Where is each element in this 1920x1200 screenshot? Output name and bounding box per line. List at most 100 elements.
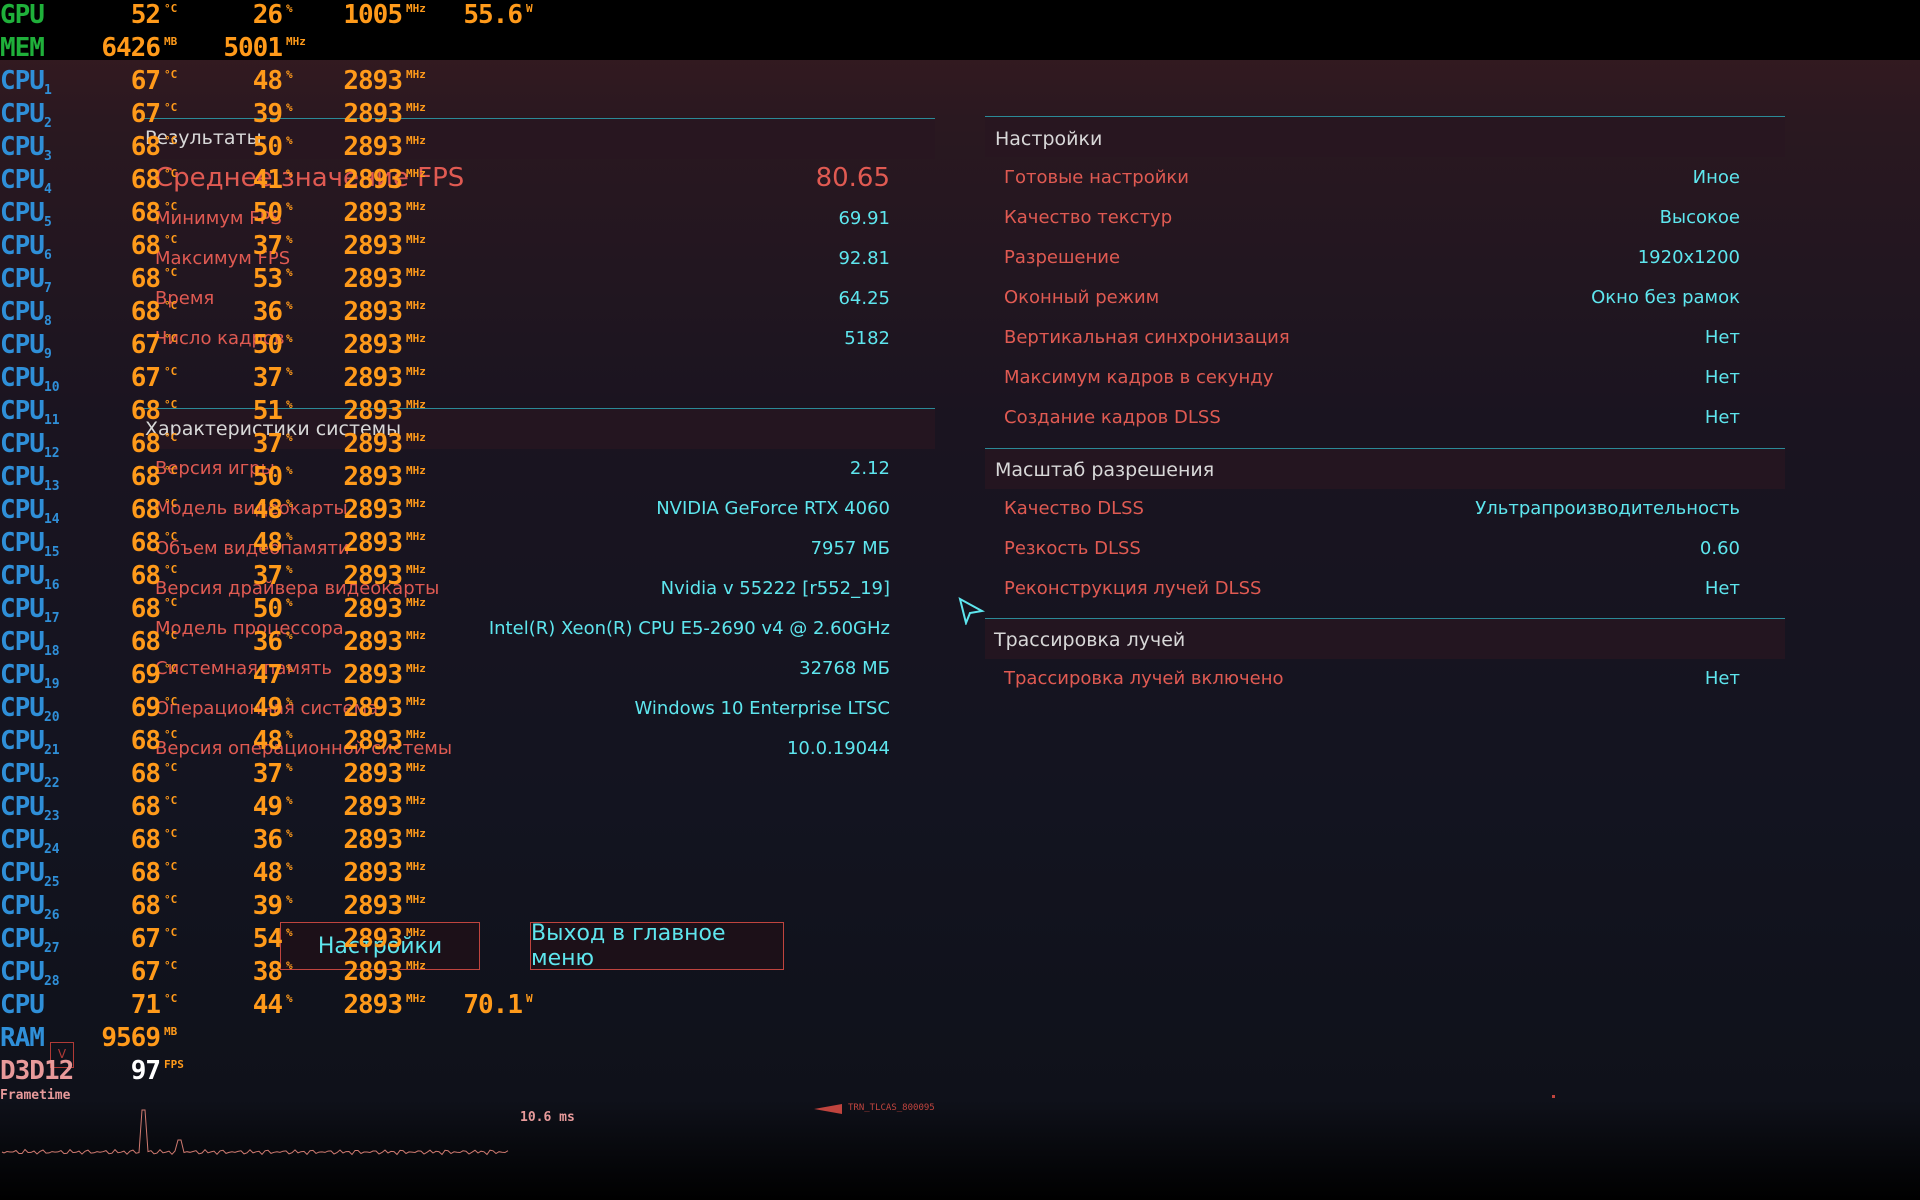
d3d-fps: 97 xyxy=(130,1056,161,1086)
cpu-load-unit: % xyxy=(286,563,293,576)
cpu-temp-unit: °C xyxy=(164,926,178,939)
cpu-load-unit: % xyxy=(286,629,293,642)
cpu-load: 38 xyxy=(252,957,283,987)
cpu-temp: 68 xyxy=(130,759,161,789)
gpu-load-unit: % xyxy=(286,2,293,15)
cpu-total-clock-unit: MHz xyxy=(406,992,426,1005)
cpu-prefix: CPU xyxy=(0,231,45,261)
cpu-clock: 2893 xyxy=(343,660,403,690)
osd-row: CPU23 68 °C 49% 2893 MHz xyxy=(0,792,560,824)
cpu-clock-unit: MHz xyxy=(406,860,426,873)
row-label: Оконный режим xyxy=(1004,287,1160,308)
osd-row-name: D3D12 xyxy=(0,1056,74,1086)
osd-row: CPU27 67 °C 54% 2893 MHz xyxy=(0,924,560,956)
row-value: Нет xyxy=(1704,367,1740,388)
cpu-clock: 2893 xyxy=(343,858,403,888)
cpu-load: 50 xyxy=(252,462,283,492)
cpu-prefix: CPU xyxy=(0,693,45,723)
cpu-load: 37 xyxy=(252,363,283,393)
cpu-index: 3 xyxy=(43,149,52,164)
cpu-temp: 68 xyxy=(130,231,161,261)
cpu-load: 39 xyxy=(252,891,283,921)
cpu-prefix: CPU xyxy=(0,891,45,921)
cpu-clock-unit: MHz xyxy=(406,926,426,939)
cpu-load-unit: % xyxy=(286,68,293,81)
cpu-prefix: CPU xyxy=(0,528,45,558)
row-value: Нет xyxy=(1704,327,1740,348)
osd-row-name: CPU26 xyxy=(0,891,60,923)
osd-row-name: CPU xyxy=(0,990,45,1020)
cpu-load-unit: % xyxy=(286,299,293,312)
cpu-index: 15 xyxy=(43,545,60,560)
osd-row: CPU21 68 °C 48% 2893 MHz xyxy=(0,726,560,758)
cpu-load-unit: % xyxy=(286,167,293,180)
osd-row: CPU4 68 °C 41% 2893 MHz xyxy=(0,165,560,197)
cpu-clock-unit: MHz xyxy=(406,299,426,312)
cpu-temp: 68 xyxy=(130,462,161,492)
cpu-temp-unit: °C xyxy=(164,959,178,972)
frametime-graph xyxy=(1,1109,509,1156)
cpu-clock: 2893 xyxy=(343,429,403,459)
cpu-clock: 2893 xyxy=(343,891,403,921)
cpu-index: 12 xyxy=(43,446,60,461)
osd-row: CPU7 68 °C 53% 2893 MHz xyxy=(0,264,560,296)
cpu-clock-unit: MHz xyxy=(406,464,426,477)
cpu-clock: 2893 xyxy=(343,99,403,129)
cpu-load-unit: % xyxy=(286,101,293,114)
mem-used-unit: MB xyxy=(164,35,178,48)
cpu-temp: 68 xyxy=(130,825,161,855)
cpu-temp: 68 xyxy=(130,528,161,558)
cpu-index: 24 xyxy=(43,842,60,857)
osd-row: CPU 71 °C 44% 2893 MHz 70.1 W xyxy=(0,990,560,1022)
osd-row: CPU14 68 °C 48% 2893 MHz xyxy=(0,495,560,527)
cpu-clock-unit: MHz xyxy=(406,695,426,708)
row-label: Разрешение xyxy=(1004,247,1121,268)
raytracing-title: Трассировка лучей xyxy=(994,629,1186,651)
osd-row: CPU11 68 °C 51% 2893 MHz xyxy=(0,396,560,428)
cpu-temp: 68 xyxy=(130,198,161,228)
cpu-temp: 68 xyxy=(130,891,161,921)
cpu-load-unit: % xyxy=(286,497,293,510)
cpu-load-unit: % xyxy=(286,794,293,807)
osd-row-name: GPU xyxy=(0,0,45,30)
cpu-total-power: 70.1 xyxy=(463,990,523,1020)
osd-row: CPU8 68 °C 36% 2893 MHz xyxy=(0,297,560,329)
cpu-temp: 67 xyxy=(130,330,161,360)
osd-row-name: CPU18 xyxy=(0,627,60,659)
cpu-temp: 68 xyxy=(130,561,161,591)
cpu-temp-unit: °C xyxy=(164,860,178,873)
osd-row-name: CPU10 xyxy=(0,363,60,395)
cpu-load-unit: % xyxy=(286,662,293,675)
cpu-load: 37 xyxy=(252,429,283,459)
cpu-load: 48 xyxy=(252,528,283,558)
cpu-load: 37 xyxy=(252,561,283,591)
row-label: Создание кадров DLSS xyxy=(1004,407,1221,428)
cpu-clock-unit: MHz xyxy=(406,101,426,114)
cpu-load-unit: % xyxy=(286,398,293,411)
cpu-total-temp-unit: °C xyxy=(164,992,178,1005)
cpu-temp-unit: °C xyxy=(164,497,178,510)
settings-title: Настройки xyxy=(995,128,1103,150)
osd-row: CPU24 68 °C 36% 2893 MHz xyxy=(0,825,560,857)
cpu-index: 5 xyxy=(43,215,52,230)
osd-row-name: CPU24 xyxy=(0,825,60,857)
cpu-temp: 68 xyxy=(130,429,161,459)
osd-row-name: CPU21 xyxy=(0,726,60,758)
cpu-index: 22 xyxy=(43,776,60,791)
exit-to-main-menu-button[interactable]: Выход в главное меню xyxy=(530,921,784,971)
cpu-index: 14 xyxy=(43,512,60,527)
cpu-clock-unit: MHz xyxy=(406,629,426,642)
gpu-clock: 1005 xyxy=(343,0,403,30)
cpu-clock-unit: MHz xyxy=(406,794,426,807)
gpu-power: 55.6 xyxy=(463,0,523,30)
cpu-temp-unit: °C xyxy=(164,398,178,411)
osd-row-name: RAM xyxy=(0,1023,45,1053)
cpu-index: 6 xyxy=(43,248,52,263)
osd-row: CPU2 67 °C 39% 2893 MHz xyxy=(0,99,560,131)
cpu-temp: 67 xyxy=(130,363,161,393)
osd-row: CPU19 69 °C 47% 2893 MHz xyxy=(0,660,560,692)
gpu-temp-unit: °C xyxy=(164,2,178,15)
cpu-load: 41 xyxy=(252,165,283,195)
cpu-clock: 2893 xyxy=(343,363,403,393)
cpu-temp-unit: °C xyxy=(164,299,178,312)
